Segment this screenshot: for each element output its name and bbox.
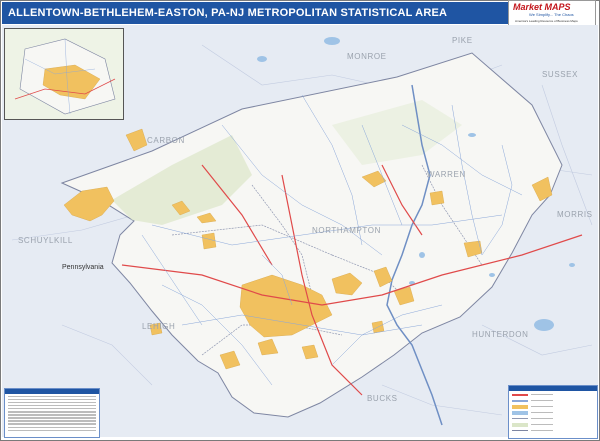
county-label-warren: WARREN	[427, 170, 466, 179]
logo-brand: Market MAPS	[513, 2, 571, 12]
legend-label	[531, 423, 553, 426]
county-label-carbon: CARBON	[147, 136, 185, 145]
legend-row	[512, 392, 594, 397]
zip-index-row	[8, 395, 96, 398]
legend-label	[531, 411, 553, 414]
legend-row	[512, 416, 594, 421]
zip-index-row	[8, 398, 96, 401]
county-label-northampton: NORTHAMPTON	[312, 226, 381, 235]
county-label-pike: PIKE	[452, 36, 473, 45]
zip-index-row	[8, 426, 96, 429]
legend-swatch	[512, 418, 528, 419]
state-label-pennsylvania: Pennsylvania	[62, 264, 104, 271]
zip-index-row	[8, 407, 96, 410]
legend-label	[531, 429, 553, 432]
zip-index-header	[5, 389, 99, 394]
legend-row	[512, 398, 594, 403]
legend-label	[531, 393, 553, 396]
legend-swatch	[512, 430, 528, 431]
logo-subtitle: America's Leading Resource of Business M…	[515, 19, 578, 23]
legend-label	[531, 399, 553, 402]
county-label-monroe: MONROE	[347, 52, 387, 61]
inset-map	[4, 28, 124, 120]
county-label-hunterdon: HUNTERDON	[472, 330, 529, 339]
title-bar: ALLENTOWN-BETHLEHEM-EASTON, PA-NJ METROP…	[2, 2, 596, 24]
zip-index-row	[8, 429, 96, 432]
zip-index-row	[8, 404, 96, 407]
county-label-schuylkill: SCHUYLKILL	[18, 236, 73, 245]
publisher-logo: Market MAPS We Simplify... The Chaos Ame…	[508, 0, 596, 28]
legend-swatch	[512, 399, 528, 402]
legend-swatch	[512, 410, 528, 415]
zip-index-row	[8, 423, 96, 425]
zip-index-row	[8, 417, 96, 419]
inset-canvas	[5, 29, 123, 119]
legend-row	[512, 410, 594, 415]
zip-code-index	[4, 388, 100, 438]
legend-swatch	[512, 422, 528, 427]
legend-swatch	[512, 404, 528, 409]
legend-label	[531, 405, 553, 408]
county-label-morris: MORRIS	[557, 210, 593, 219]
legend-row	[512, 404, 594, 409]
legend-row	[512, 428, 594, 433]
map-title: ALLENTOWN-BETHLEHEM-EASTON, PA-NJ METROP…	[8, 7, 448, 19]
map-legend	[508, 385, 598, 439]
county-label-bucks: BUCKS	[367, 394, 398, 403]
legend-label	[531, 417, 553, 420]
legend-header	[509, 386, 597, 391]
logo-tagline: We Simplify... The Chaos	[529, 12, 574, 17]
legend-swatch	[512, 393, 528, 396]
zip-index-row	[8, 411, 96, 413]
county-label-sussex: SUSSEX	[542, 70, 578, 79]
county-label-lehigh: LEHIGH	[142, 322, 175, 331]
zip-index-row	[8, 414, 96, 416]
zip-index-row	[8, 420, 96, 422]
zip-index-row	[8, 401, 96, 404]
legend-row	[512, 422, 594, 427]
